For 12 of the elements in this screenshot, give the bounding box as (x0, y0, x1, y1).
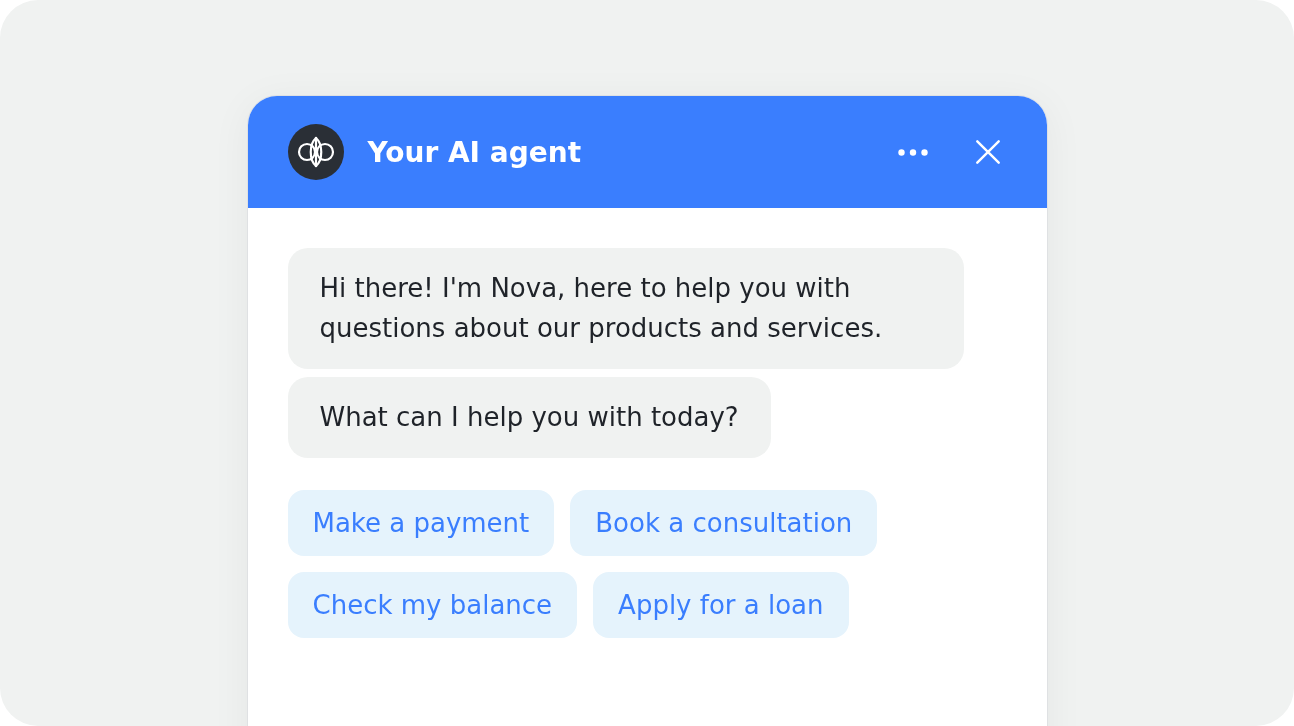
more-options-icon (897, 148, 928, 156)
quick-reply-button[interactable]: Book a consultation (570, 490, 878, 556)
close-button[interactable] (975, 140, 1000, 164)
message-bubble: What can I help you with today? (287, 377, 771, 458)
message-bubble: Hi there! I'm Nova, here to help you with questions about our products and services. (287, 248, 964, 369)
quick-reply-button[interactable]: Make a payment (287, 490, 555, 556)
close-icon (975, 140, 1000, 164)
chat-title: Your AI agent (367, 135, 581, 169)
avatar-logo-icon (287, 124, 344, 180)
quick-reply-button[interactable]: Apply for a loan (593, 572, 849, 638)
quick-reply-button[interactable]: Check my balance (287, 572, 578, 638)
more-options-button[interactable] (897, 148, 928, 156)
